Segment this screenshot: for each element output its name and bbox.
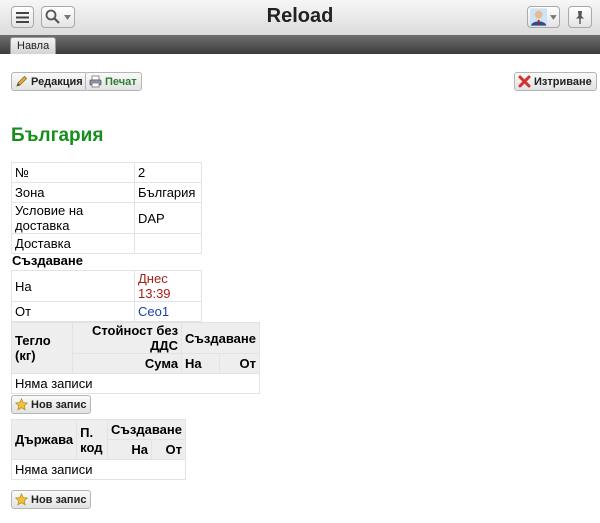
col-created-by[interactable]: От bbox=[219, 353, 260, 374]
print-button[interactable]: Печат bbox=[85, 72, 142, 91]
print-label: Печат bbox=[105, 75, 137, 88]
row-label: Условие на доставка bbox=[11, 202, 135, 234]
table-row: На Днес 13:39 bbox=[11, 270, 202, 302]
table-row: От Ceo1 bbox=[11, 301, 202, 322]
table-row: Доставка bbox=[11, 233, 202, 254]
countries-table: Държава П. код Създаване На От Няма запи… bbox=[10, 419, 186, 480]
star-icon bbox=[15, 493, 28, 506]
empty-message: Няма записи bbox=[11, 373, 260, 394]
new-record-button[interactable]: Нов запис bbox=[11, 490, 92, 509]
col-created[interactable]: Създаване bbox=[181, 322, 260, 354]
tab-freight[interactable]: Навла bbox=[10, 37, 57, 54]
table-header-row: Тегло (кг) Стойност без ДДС Създаване bbox=[11, 322, 260, 374]
created-table: На Днес 13:39 От Ceo1 bbox=[11, 270, 202, 322]
chevron-down-icon bbox=[550, 14, 557, 20]
col-postcode[interactable]: П. код bbox=[76, 419, 109, 460]
col-created[interactable]: Създаване bbox=[107, 419, 186, 440]
col-created-on[interactable]: На bbox=[107, 439, 152, 460]
user-menu-button[interactable] bbox=[527, 6, 560, 28]
table-row: Условие на доставка DAP bbox=[11, 202, 202, 234]
col-country[interactable]: Държава bbox=[10, 419, 78, 460]
avatar bbox=[530, 8, 548, 26]
empty-message: Няма записи bbox=[11, 459, 186, 480]
row-label: Зона bbox=[11, 182, 135, 203]
created-date: Днес 13:39 bbox=[134, 270, 202, 302]
created-section-heading: Създаване bbox=[12, 253, 83, 268]
row-label: Доставка bbox=[11, 233, 135, 254]
col-created-on[interactable]: На bbox=[181, 353, 221, 374]
pencil-icon bbox=[16, 75, 28, 87]
col-value[interactable]: Стойност без ДДС bbox=[71, 322, 183, 354]
new-record-button[interactable]: Нов запис bbox=[11, 395, 92, 414]
new-record-label: Нов запис bbox=[31, 398, 87, 411]
row-label: На bbox=[11, 270, 135, 302]
table-row: Няма записи bbox=[11, 373, 260, 394]
delete-label: Изтриване bbox=[534, 75, 592, 88]
app-title: Reload bbox=[266, 5, 334, 27]
created-by-link[interactable]: Ceo1 bbox=[134, 301, 202, 322]
table-row: Няма записи bbox=[11, 459, 186, 480]
row-label: От bbox=[11, 301, 135, 322]
printer-icon bbox=[89, 75, 102, 88]
row-label: № bbox=[11, 162, 135, 183]
new-record-label: Нов запис bbox=[31, 493, 87, 506]
col-weight[interactable]: Тегло (кг) bbox=[11, 322, 73, 374]
pin-button[interactable] bbox=[568, 6, 592, 28]
edit-button[interactable]: Редакция bbox=[11, 72, 88, 91]
col-created-by[interactable]: От bbox=[151, 439, 186, 460]
row-value: 2 bbox=[134, 162, 202, 183]
col-value-sum[interactable]: Сума bbox=[71, 353, 183, 374]
page-title: България bbox=[11, 125, 104, 146]
delete-button[interactable]: Изтриване bbox=[514, 72, 597, 91]
tab-bar: Навла bbox=[0, 35, 600, 54]
edit-label: Редакция bbox=[31, 75, 83, 88]
row-value bbox=[134, 233, 202, 254]
table-header-row: Държава П. код Създаване bbox=[10, 419, 186, 460]
row-value: България bbox=[134, 182, 202, 203]
top-bar: Reload bbox=[0, 0, 600, 36]
delete-icon bbox=[518, 75, 531, 88]
details-table: № 2 Зона България Условие на доставка DA… bbox=[11, 162, 202, 254]
table-row: № 2 bbox=[11, 162, 202, 183]
row-value: DAP bbox=[134, 202, 202, 234]
pin-icon bbox=[576, 11, 584, 24]
star-icon bbox=[15, 398, 28, 411]
weights-table: Тегло (кг) Стойност без ДДС Създаване Су… bbox=[11, 322, 260, 394]
table-row: Зона България bbox=[11, 182, 202, 203]
